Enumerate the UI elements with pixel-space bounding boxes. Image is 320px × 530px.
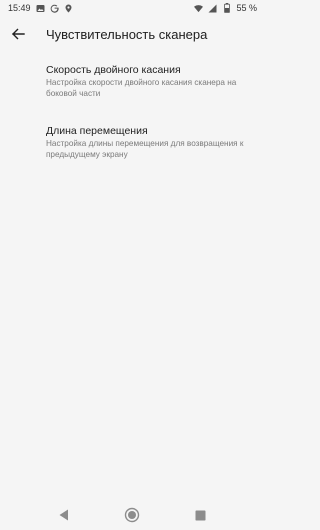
setting-title: Длина перемещения xyxy=(46,125,148,137)
google-icon xyxy=(50,4,59,13)
settings-list: Скорость двойного касания Настройка скор… xyxy=(0,56,265,167)
status-bar: 15:49 55 % xyxy=(0,0,265,16)
signal-icon xyxy=(208,4,217,13)
location-icon xyxy=(64,4,73,13)
app-bar: Чувствительность сканера xyxy=(0,16,265,52)
image-icon xyxy=(36,4,45,13)
status-right: 55 % xyxy=(194,3,257,13)
status-time: 15:49 xyxy=(8,3,31,13)
nav-home-button[interactable] xyxy=(120,503,144,527)
navigation-bar xyxy=(0,500,265,530)
status-left: 15:49 xyxy=(8,3,73,13)
page-title: Чувствительность сканера xyxy=(46,26,208,42)
back-triangle-icon xyxy=(59,509,69,521)
wifi-icon xyxy=(194,4,204,13)
nav-recents-button[interactable] xyxy=(189,503,213,527)
setting-swipe-length[interactable]: Длина перемещения Настройка длины переме… xyxy=(0,117,265,167)
arrow-left-icon xyxy=(12,28,25,40)
back-button[interactable] xyxy=(0,16,36,52)
setting-double-tap-speed[interactable]: Скорость двойного касания Настройка скор… xyxy=(0,56,265,106)
setting-summary: Настройка скорости двойного касания скан… xyxy=(46,78,237,98)
nav-back-button[interactable] xyxy=(52,503,76,527)
battery-percent: 55 % xyxy=(236,3,257,13)
battery-icon xyxy=(222,3,231,13)
setting-summary: Настройка длины перемещения для возвраще… xyxy=(46,139,244,159)
setting-title: Скорость двойного касания xyxy=(46,64,181,76)
home-circle-icon xyxy=(125,507,140,523)
recents-square-icon xyxy=(195,510,206,520)
